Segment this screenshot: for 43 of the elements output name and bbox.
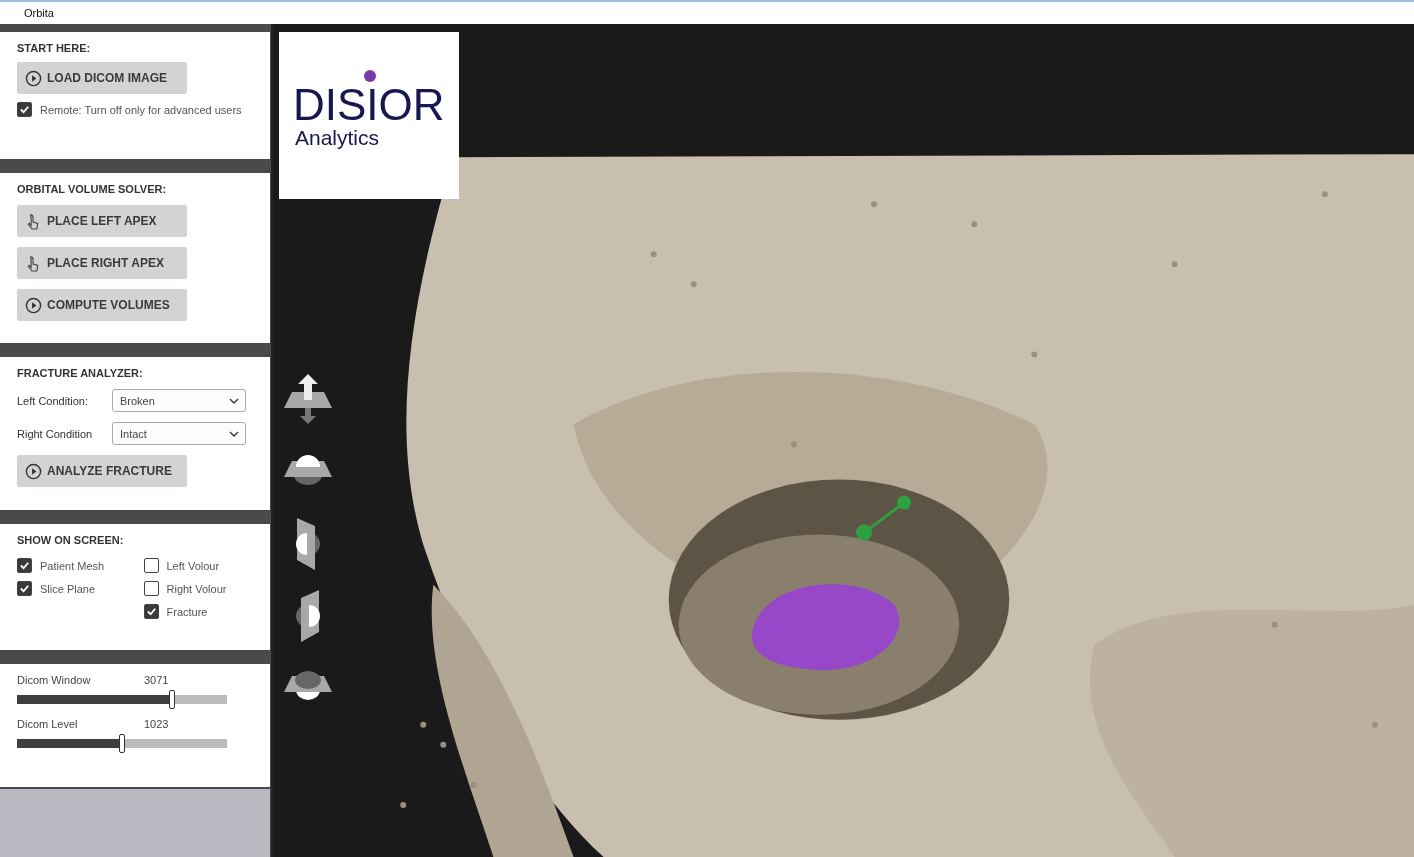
move-plane-button[interactable] (281, 374, 335, 424)
checkbox[interactable]: Fracture (143, 604, 270, 619)
checkbox[interactable]: Remote: Turn off only for advanced users (17, 102, 270, 117)
checkbox-box[interactable] (17, 102, 32, 117)
action-button[interactable]: LOAD DICOM IMAGE (17, 62, 187, 94)
chevron-icon (229, 430, 239, 437)
checkbox-box[interactable] (17, 558, 32, 573)
chevron-icon (229, 397, 239, 404)
play-icon (25, 69, 42, 87)
field-label: Right Condition (17, 427, 94, 440)
section-heading: START HERE: (17, 42, 92, 54)
action-button[interactable]: ANALYZE FRACTURE (17, 455, 187, 487)
checkbox-box[interactable] (143, 558, 159, 573)
condition-dropdown[interactable]: Intact (112, 422, 246, 445)
slider-value: 1023 (144, 718, 169, 730)
checkbox[interactable]: Patient Mesh (17, 558, 144, 573)
action-button[interactable]: COMPUTE VOLUMES (17, 289, 187, 321)
checkbox-box[interactable] (143, 581, 159, 596)
dot-icon (364, 70, 376, 82)
slider-value: 3071 (144, 674, 169, 686)
checkbox[interactable]: Slice Plane (17, 581, 144, 596)
slider-thumb[interactable] (119, 734, 125, 753)
play-icon (25, 462, 42, 480)
plane-arrows-icon (282, 374, 334, 424)
checkbox-box[interactable] (17, 581, 32, 596)
checkbox-box[interactable] (143, 604, 159, 619)
plane-dome-icon (282, 452, 334, 487)
place-button[interactable]: PLACE LEFT APEX (17, 205, 187, 237)
checkbox[interactable]: Left Volour (143, 558, 270, 573)
place-button[interactable]: PLACE RIGHT APEX (17, 247, 187, 279)
section-heading: FRACTURE ANALYZER: (17, 367, 144, 379)
slider-thumb[interactable] (169, 690, 176, 709)
condition-dropdown[interactable]: Broken (112, 389, 246, 412)
plane-dome-icon (293, 518, 323, 570)
checkbox[interactable]: Right Volour (143, 581, 270, 596)
field-label: Left Condition: (17, 394, 89, 407)
section-heading: SHOW ON SCREEN: (17, 534, 125, 546)
plane-dome-icon (293, 590, 323, 642)
slider-label: Dicom Window (17, 674, 92, 686)
play-icon (25, 296, 42, 314)
slider-label: Dicom Level (17, 718, 79, 730)
window-title: Orbita (24, 7, 54, 19)
section-heading: ORBITAL VOLUME SOLVER: (17, 183, 168, 195)
